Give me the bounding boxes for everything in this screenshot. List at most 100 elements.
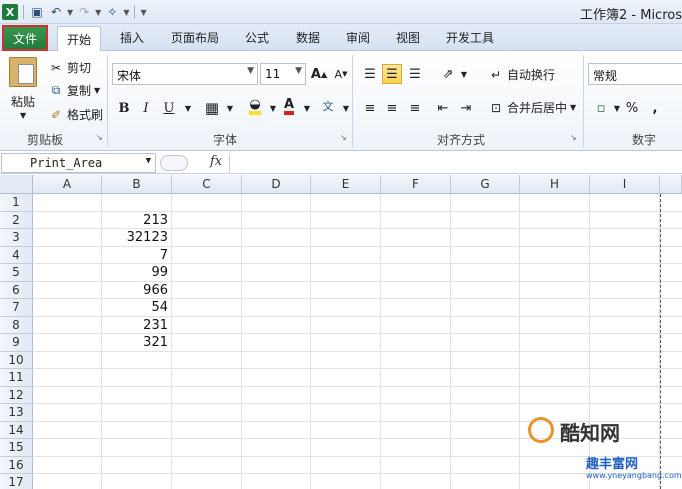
row-header-6[interactable]: 6 [0, 281, 33, 299]
tab-formulas[interactable]: 公式 [245, 29, 269, 46]
decrease-indent-icon[interactable]: ⇤ [433, 98, 453, 118]
cell-b6[interactable]: 966 [102, 283, 168, 298]
align-bottom-icon[interactable]: ☰ [405, 64, 425, 84]
row-header-13[interactable]: 13 [0, 404, 33, 422]
increase-indent-icon[interactable]: ⇥ [456, 98, 476, 118]
tab-insert[interactable]: 插入 [120, 29, 144, 46]
tab-home[interactable]: 开始 [57, 26, 102, 51]
column-header-c[interactable]: C [172, 175, 242, 194]
borders-dropdown-icon[interactable]: ▼ [220, 98, 240, 118]
wrap-text-icon: ↵ [490, 67, 502, 82]
row-header-17[interactable]: 17 [0, 474, 33, 489]
decrease-font-icon[interactable]: A ▼ [331, 64, 351, 84]
merge-center-button[interactable]: ⊡ 合并后居中 ▼ [488, 99, 576, 116]
undo-icon[interactable]: ↶ [48, 4, 64, 20]
cell-b8[interactable]: 231 [102, 318, 168, 333]
phonetic-dropdown-icon[interactable]: ▼ [336, 98, 356, 118]
orientation-dropdown-icon[interactable]: ▼ [454, 64, 474, 84]
row-header-3[interactable]: 3 [0, 229, 33, 247]
copy-button[interactable]: ⧉ 复制 ▼ [48, 82, 100, 99]
align-center-icon[interactable]: ≡ [382, 98, 402, 118]
row-header-7[interactable]: 7 [0, 299, 33, 317]
formula-input[interactable] [229, 153, 682, 173]
increase-font-icon[interactable]: A ▲ [309, 64, 329, 84]
row-header-5[interactable]: 5 [0, 264, 33, 282]
redo-dropdown-icon[interactable]: ▼ [95, 8, 101, 17]
format-painter-button[interactable]: ✐ 格式刷 [48, 106, 103, 123]
paste-icon[interactable] [9, 57, 37, 87]
insert-function-button[interactable]: fx [210, 154, 222, 169]
align-top-icon[interactable]: ☰ [360, 64, 380, 84]
alignment-launcher-icon[interactable]: ↘ [570, 133, 577, 142]
font-color-dropdown-icon[interactable]: ▼ [297, 98, 317, 118]
row-header-11[interactable]: 11 [0, 369, 33, 387]
row-header-12[interactable]: 12 [0, 386, 33, 404]
font-color-icon[interactable]: A [279, 96, 299, 116]
column-header-i[interactable]: I [590, 175, 660, 194]
cell-b2[interactable]: 213 [102, 213, 168, 228]
formula-bar-handle[interactable] [160, 155, 188, 171]
number-format-select[interactable]: 常规 [588, 63, 682, 85]
tab-page-layout[interactable]: 页面布局 [171, 29, 219, 46]
cell-b4[interactable]: 7 [102, 248, 168, 263]
ribbon: 粘贴 ▼ ✂ 剪切 ⧉ 复制 ▼ ✐ 格式刷 剪贴板 ↘ 宋体 ▼ 11 ▼ A… [0, 51, 682, 151]
column-header-g[interactable]: G [451, 175, 520, 194]
gridline [241, 194, 242, 489]
bold-button[interactable]: B [114, 98, 134, 118]
tab-developer[interactable]: 开发工具 [446, 29, 494, 46]
column-header-f[interactable]: F [381, 175, 451, 194]
font-launcher-icon[interactable]: ↘ [340, 133, 347, 142]
column-header-partial[interactable] [660, 175, 682, 194]
row-header-10[interactable]: 10 [0, 351, 33, 369]
customize-qat-icon[interactable]: ▼ [140, 8, 146, 17]
underline-button[interactable]: U [159, 98, 179, 118]
align-middle-icon[interactable]: ☰ [382, 64, 402, 84]
column-header-e[interactable]: E [311, 175, 381, 194]
redo-icon[interactable]: ↷ [76, 4, 92, 20]
borders-icon[interactable]: ▦ [202, 98, 222, 118]
align-right-icon[interactable]: ≡ [405, 98, 425, 118]
underline-dropdown-icon[interactable]: ▼ [178, 98, 198, 118]
column-header-b[interactable]: B [102, 175, 172, 194]
tools-dropdown-icon[interactable]: ▼ [123, 8, 129, 17]
tab-file[interactable]: 文件 [2, 25, 48, 51]
tools-icon[interactable]: ✧ [104, 4, 120, 20]
cell-b3[interactable]: 32123 [102, 230, 168, 245]
row-header-1[interactable]: 1 [0, 194, 33, 212]
row-header-4[interactable]: 4 [0, 246, 33, 264]
paste-dropdown-icon[interactable]: ▼ [20, 111, 26, 120]
copy-dropdown-icon[interactable]: ▼ [94, 86, 100, 95]
row-header-15[interactable]: 15 [0, 439, 33, 457]
wrap-text-button[interactable]: ↵ 自动换行 [488, 66, 555, 83]
clipboard-launcher-icon[interactable]: ↘ [96, 133, 103, 142]
row-header-2[interactable]: 2 [0, 211, 33, 229]
fill-color-icon[interactable]: ◒ [245, 96, 265, 116]
cut-button[interactable]: ✂ 剪切 [48, 59, 91, 76]
italic-button[interactable]: I [136, 98, 156, 118]
row-header-14[interactable]: 14 [0, 421, 33, 439]
tab-data[interactable]: 数据 [296, 29, 320, 46]
percent-button[interactable]: % [622, 98, 642, 118]
column-header-h[interactable]: H [520, 175, 590, 194]
row-header-8[interactable]: 8 [0, 316, 33, 334]
align-left-icon[interactable]: ≡ [360, 98, 380, 118]
comma-button[interactable]: , [645, 98, 665, 118]
cell-b7[interactable]: 54 [102, 300, 168, 315]
cell-b9[interactable]: 321 [102, 335, 168, 350]
select-all-button[interactable] [0, 175, 33, 194]
cell-b5[interactable]: 99 [102, 265, 168, 280]
row-header-16[interactable]: 16 [0, 456, 33, 474]
merge-dropdown-icon[interactable]: ▼ [570, 103, 576, 112]
phonetic-guide-icon[interactable]: 文 [318, 96, 338, 116]
row-header-9[interactable]: 9 [0, 334, 33, 352]
undo-dropdown-icon[interactable]: ▼ [67, 8, 73, 17]
tab-view[interactable]: 视图 [396, 29, 420, 46]
column-header-a[interactable]: A [33, 175, 102, 194]
name-box[interactable]: Print_Area ▼ [1, 153, 156, 173]
paste-button[interactable]: 粘贴 [11, 93, 35, 110]
save-icon[interactable]: ▣ [29, 4, 45, 20]
tab-review[interactable]: 审阅 [346, 29, 370, 46]
font-name-select[interactable]: 宋体 ▼ [112, 63, 258, 85]
font-size-select[interactable]: 11 ▼ [260, 63, 306, 85]
column-header-d[interactable]: D [242, 175, 311, 194]
